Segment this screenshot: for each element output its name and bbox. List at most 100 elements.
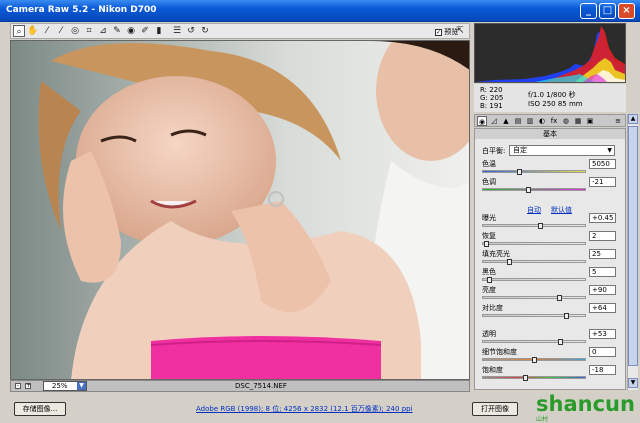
- slider-thumb[interactable]: [564, 313, 569, 319]
- save-image-button[interactable]: 存储图像...: [14, 402, 66, 416]
- slider-label: 黑色: [482, 268, 496, 276]
- slider-value-field[interactable]: +0.45: [589, 213, 616, 223]
- slider-track[interactable]: [482, 296, 586, 299]
- crop-icon[interactable]: ⌗: [83, 25, 95, 37]
- scroll-down-icon[interactable]: ▼: [628, 378, 638, 388]
- straighten-icon[interactable]: ⊿: [97, 25, 109, 37]
- slider-value-field[interactable]: +64: [589, 303, 616, 313]
- slider-label: 细节饱和度: [482, 348, 517, 356]
- zoom-in-button[interactable]: +: [25, 383, 31, 389]
- tab-detail[interactable]: ▲: [501, 116, 511, 126]
- workflow-options-link[interactable]: Adobe RGB (1998); 8 位; 4256 x 2832 (12.1…: [196, 404, 413, 414]
- slider-value-field[interactable]: -21: [589, 177, 616, 187]
- slider-value-field[interactable]: -18: [589, 365, 616, 375]
- aperture-shutter: f/1.0 1/800 秒: [528, 91, 576, 99]
- watermark: shancun 山村: [532, 392, 640, 423]
- tab-effects[interactable]: fx: [549, 116, 559, 126]
- zoom-select[interactable]: 25% ▼: [43, 381, 87, 391]
- spot-removal-icon[interactable]: ✎: [111, 25, 123, 37]
- rgb-b: B: 191: [480, 102, 503, 110]
- slider-track[interactable]: [482, 376, 586, 379]
- auto-link[interactable]: 自动: [527, 205, 541, 215]
- open-image-button[interactable]: 打开图像: [472, 402, 518, 416]
- slider-value-field[interactable]: +53: [589, 329, 616, 339]
- slider-thumb[interactable]: [487, 277, 492, 283]
- maximize-button[interactable]: □: [599, 3, 616, 19]
- slider-value-field[interactable]: 5050: [589, 159, 616, 169]
- tab-tone-curve[interactable]: ◿: [489, 116, 499, 126]
- fullscreen-icon[interactable]: ⇱: [454, 25, 466, 37]
- slider-label: 饱和度: [482, 366, 503, 374]
- white-balance-label: 白平衡:: [482, 147, 506, 155]
- menu-icon[interactable]: ≡: [613, 116, 623, 126]
- panel-tabs: ◉ ◿ ▲ ▤ ▥ ◐ fx ◍ ▦ ▣ ≡: [474, 114, 626, 127]
- slider-value-field[interactable]: 0: [589, 347, 616, 357]
- tab-lens[interactable]: ◐: [537, 116, 547, 126]
- watermark-site: 山村: [536, 416, 549, 423]
- adjustment-brush-icon[interactable]: ✐: [139, 25, 151, 37]
- slider-thumb[interactable]: [517, 169, 522, 175]
- minimize-button[interactable]: _: [580, 3, 597, 19]
- scroll-up-icon[interactable]: ▲: [628, 114, 638, 124]
- tab-basic[interactable]: ◉: [477, 116, 487, 126]
- canvas-status-bar: - + 25% ▼ DSC_7514.NEF: [10, 380, 470, 392]
- slider-thumb[interactable]: [507, 259, 512, 265]
- target-adjust-icon[interactable]: ◎: [69, 25, 81, 37]
- red-eye-icon[interactable]: ◉: [125, 25, 137, 37]
- tab-camera-calibration[interactable]: ◍: [561, 116, 571, 126]
- tab-snapshots[interactable]: ▣: [585, 116, 595, 126]
- slider-track[interactable]: [482, 340, 586, 343]
- zoom-icon[interactable]: ⌕: [13, 25, 25, 37]
- slider-value-field[interactable]: +90: [589, 285, 616, 295]
- scroll-thumb[interactable]: [628, 126, 638, 366]
- default-link[interactable]: 默认值: [551, 205, 572, 215]
- eyedropper-icon[interactable]: ⁄: [41, 25, 53, 37]
- slider-value-field[interactable]: 2: [589, 231, 616, 241]
- slider-thumb[interactable]: [523, 375, 528, 381]
- slider-value-field[interactable]: 5: [589, 267, 616, 277]
- slider-thumb[interactable]: [558, 339, 563, 345]
- slider-track[interactable]: [482, 260, 586, 263]
- slider-track[interactable]: [482, 170, 586, 173]
- zoom-value: 25%: [52, 382, 68, 390]
- check-icon: ✓: [435, 28, 442, 36]
- image-canvas[interactable]: [10, 40, 470, 380]
- tab-split-toning[interactable]: ▥: [525, 116, 535, 126]
- hand-icon[interactable]: ✋: [27, 25, 39, 37]
- tab-hsl[interactable]: ▤: [513, 116, 523, 126]
- tab-presets[interactable]: ▦: [573, 116, 583, 126]
- white-balance-value: 自定: [513, 146, 527, 154]
- slider-thumb[interactable]: [526, 187, 531, 193]
- slider-thumb[interactable]: [484, 241, 489, 247]
- slider-track[interactable]: [482, 242, 586, 245]
- chevron-down-icon: ▼: [77, 382, 86, 390]
- rgb-r: R: 220: [480, 86, 503, 94]
- tool-bar: ⌕ ✋ ⁄ ⁄ ◎ ⌗ ⊿ ✎ ◉ ✐ ▮ ☰ ↺ ↻ ✓ 预览 ⇱: [10, 23, 470, 39]
- rotate-cw-icon[interactable]: ↻: [199, 25, 211, 37]
- window-title: Camera Raw 5.2 - Nikon D700: [6, 5, 157, 15]
- close-button[interactable]: ×: [618, 3, 635, 19]
- gradient-icon[interactable]: ▮: [153, 25, 165, 37]
- list-icon[interactable]: ☰: [171, 25, 183, 37]
- color-sampler-icon[interactable]: ⁄: [55, 25, 67, 37]
- title-bar: Camera Raw 5.2 - Nikon D700 _ □ ×: [0, 0, 640, 22]
- rgb-g: G: 205: [480, 94, 504, 102]
- slider-label: 曝光: [482, 214, 496, 222]
- watermark-text: shancun: [536, 392, 635, 416]
- slider-label: 色温: [482, 160, 496, 168]
- exif-info: R: 220 G: 205 B: 191 f/1.0 1/800 秒 ISO 2…: [474, 84, 626, 112]
- zoom-out-button[interactable]: -: [15, 383, 21, 389]
- slider-thumb[interactable]: [557, 295, 562, 301]
- slider-value-field[interactable]: 25: [589, 249, 616, 259]
- histogram-graph: [475, 26, 625, 82]
- white-balance-select[interactable]: 自定 ▼: [509, 145, 615, 156]
- slider-thumb[interactable]: [538, 223, 543, 229]
- slider-track[interactable]: [482, 278, 586, 281]
- panel-scrollbar[interactable]: ▲ ▼: [627, 114, 638, 390]
- slider-thumb[interactable]: [532, 357, 537, 363]
- slider-track[interactable]: [482, 188, 586, 191]
- slider-track[interactable]: [482, 314, 586, 317]
- slider-track[interactable]: [482, 224, 586, 227]
- rotate-ccw-icon[interactable]: ↺: [185, 25, 197, 37]
- iso-focal: ISO 250 85 mm: [528, 100, 583, 108]
